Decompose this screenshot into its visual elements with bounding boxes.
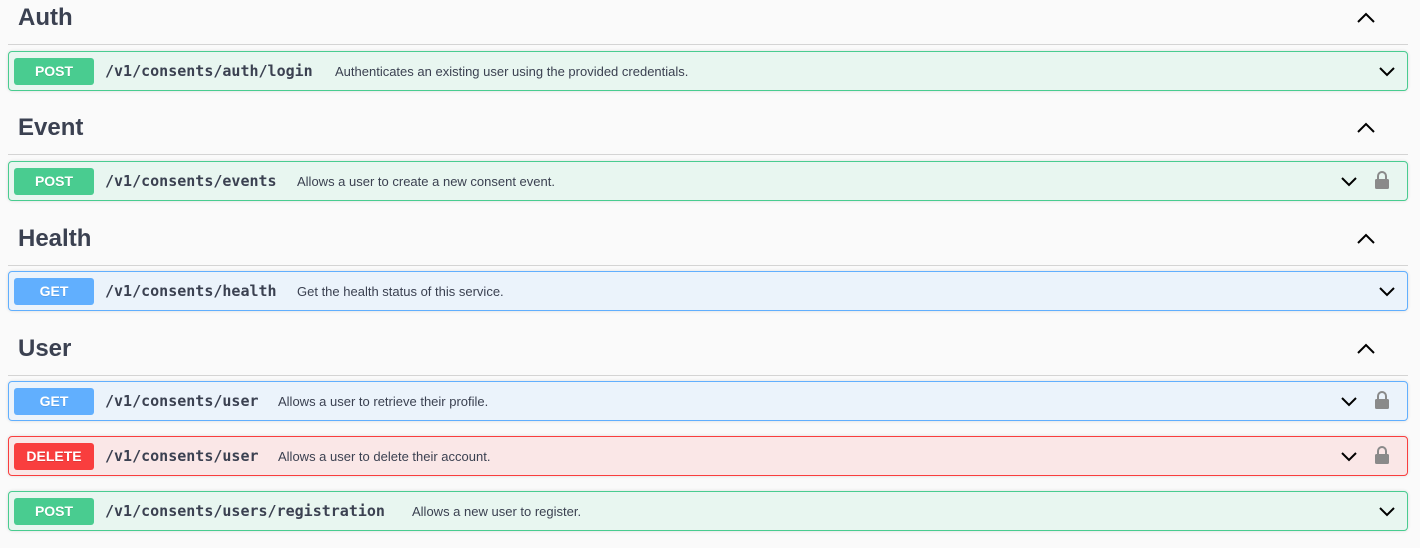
method-badge: DELETE: [14, 443, 94, 470]
operation-path: /v1/consents/user: [105, 392, 259, 410]
operation-summary: Allows a user to create a new consent ev…: [297, 174, 555, 189]
chevron-up-icon[interactable]: [1354, 8, 1378, 28]
method-badge: POST: [14, 498, 94, 525]
chevron-down-icon[interactable]: [1377, 502, 1397, 520]
section-title: Health: [18, 225, 92, 252]
operation-path: /v1/consents/events: [105, 172, 277, 190]
method-badge: GET: [14, 388, 94, 415]
operation-path: /v1/consents/user: [105, 447, 259, 465]
section-header-health[interactable]: Health: [8, 221, 1408, 266]
operation-get-health[interactable]: GET /v1/consents/health Get the health s…: [8, 271, 1408, 311]
chevron-up-icon[interactable]: [1354, 339, 1378, 359]
section-title: Auth: [18, 4, 73, 31]
operation-path: /v1/consents/health: [105, 282, 277, 300]
operation-summary: Authenticates an existing user using the…: [335, 64, 689, 79]
operation-post-users-registration[interactable]: POST /v1/consents/users/registration All…: [8, 491, 1408, 531]
lock-icon[interactable]: [1374, 445, 1390, 465]
method-badge: GET: [14, 278, 94, 305]
chevron-up-icon[interactable]: [1354, 118, 1378, 138]
section-health: Health GET /v1/consents/health Get the h…: [8, 221, 1408, 311]
chevron-down-icon[interactable]: [1339, 392, 1359, 410]
api-docs: Auth POST /v1/consents/auth/login Authen…: [0, 0, 1420, 548]
operation-summary: Get the health status of this service.: [297, 284, 504, 299]
section-event: Event POST /v1/consents/events Allows a …: [8, 110, 1408, 201]
operation-post-auth-login[interactable]: POST /v1/consents/auth/login Authenticat…: [8, 51, 1408, 91]
chevron-down-icon[interactable]: [1339, 447, 1359, 465]
operation-delete-user[interactable]: DELETE /v1/consents/user Allows a user t…: [8, 436, 1408, 476]
section-user: User GET /v1/consents/user Allows a user…: [8, 331, 1408, 531]
operation-path: /v1/consents/users/registration: [105, 502, 385, 520]
operation-post-events[interactable]: POST /v1/consents/events Allows a user t…: [8, 161, 1408, 201]
section-auth: Auth POST /v1/consents/auth/login Authen…: [8, 0, 1408, 91]
section-title: Event: [18, 114, 84, 141]
operation-summary: Allows a user to retrieve their profile.: [278, 394, 489, 409]
operation-summary: Allows a user to delete their account.: [278, 449, 491, 464]
method-badge: POST: [14, 58, 94, 85]
operation-summary: Allows a new user to register.: [412, 504, 582, 519]
chevron-down-icon[interactable]: [1339, 172, 1359, 190]
section-title: User: [18, 335, 72, 362]
section-header-user[interactable]: User: [8, 331, 1408, 376]
chevron-down-icon[interactable]: [1377, 282, 1397, 300]
operation-path: /v1/consents/auth/login: [105, 62, 313, 80]
section-header-event[interactable]: Event: [8, 110, 1408, 155]
chevron-up-icon[interactable]: [1354, 229, 1378, 249]
lock-icon[interactable]: [1374, 170, 1390, 190]
operation-get-user[interactable]: GET /v1/consents/user Allows a user to r…: [8, 381, 1408, 421]
lock-icon[interactable]: [1374, 390, 1390, 410]
section-header-auth[interactable]: Auth: [8, 0, 1408, 45]
chevron-down-icon[interactable]: [1377, 62, 1397, 80]
method-badge: POST: [14, 168, 94, 195]
